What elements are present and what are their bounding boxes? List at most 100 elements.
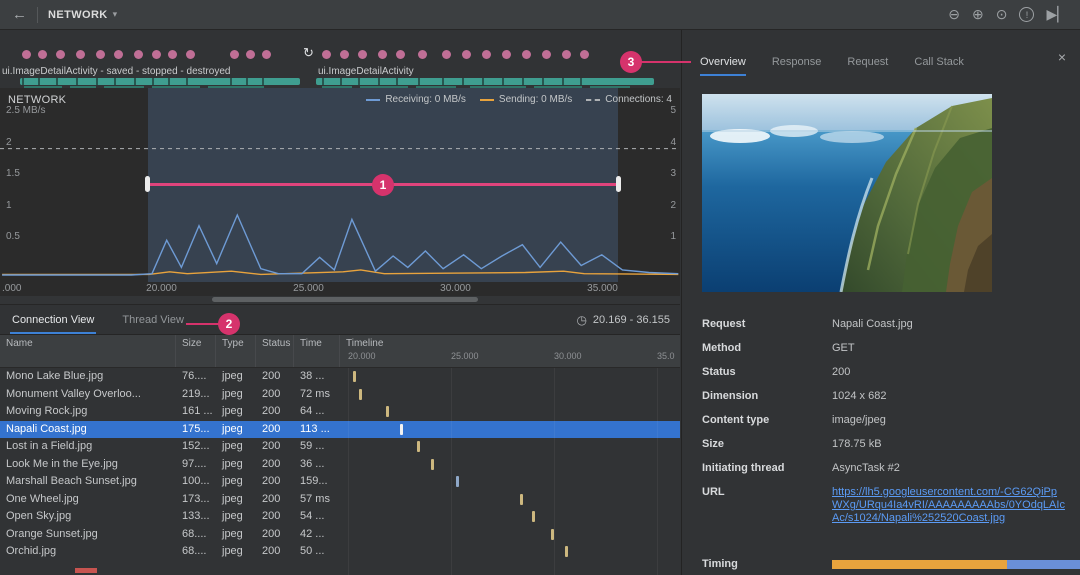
table-row[interactable]: One Wheel.jpg 173... jpeg 200 57 ms (0, 491, 680, 509)
cell-type: jpeg (222, 422, 243, 435)
cell-time: 38 ... (300, 370, 325, 382)
selection-handle-left[interactable] (145, 176, 151, 192)
field-label: Initiating thread (702, 462, 785, 474)
cell-status: 200 (262, 405, 281, 417)
y-axis-right-label: 4 (670, 136, 676, 148)
column-header-label: Name (6, 338, 33, 349)
android-studio-network-profiler-window: ← NETWORK ▾ ⊖ ⊕ ⊙! ▶▏ ↻ ui.ImageDetailActiv… (0, 0, 1080, 575)
column-header-name[interactable]: Name (0, 335, 176, 367)
tab-response[interactable]: Response (772, 56, 822, 76)
cell-status: 200 (262, 440, 281, 452)
cell-status: 200 (262, 510, 281, 522)
legend-swatch-icon (586, 98, 601, 101)
table-row[interactable]: Monument Valley Overloo... 219... jpeg 200 7… (0, 386, 680, 404)
table-row[interactable]: Look Me in the Eye.jpg 97.... jpeg 200 36 ..… (0, 456, 680, 474)
response-image-preview (702, 94, 992, 292)
selection-handle-right[interactable] (616, 176, 622, 192)
detail-tabs: Overview Response Request Call Stack (682, 44, 1080, 76)
cell-timeline (340, 543, 680, 561)
table-row[interactable]: Mono Lake Blue.jpg 76.... jpeg 200 38 ... (0, 368, 680, 386)
cell-time: 54 ... (300, 510, 325, 522)
cell-size: 68.... (182, 545, 207, 557)
cell-size: 68.... (182, 527, 207, 540)
request-timeline-tick (352, 371, 356, 382)
toolbar-icons: ⊖ ⊕ ⊙! ▶▏ (948, 6, 1068, 23)
tab-overview[interactable]: Overview (700, 56, 746, 76)
activity-lifecycle-tick (358, 78, 360, 85)
table-row[interactable]: Marshall Beach Sunset.jpg 100... jpeg 200 15… (0, 473, 680, 491)
network-chart[interactable]: NETWORK Receiving: 0 MB/s Sending: 0 MB/s… (0, 88, 680, 282)
timing-bar (832, 559, 1080, 569)
activity-lifecycle-tick (562, 78, 564, 85)
detail-field: Method GET (702, 342, 1070, 355)
zoom-out-icon[interactable]: ⊖ (948, 6, 960, 23)
cell-name: Look Me in the Eye.jpg (6, 457, 118, 470)
cell-status: 200 (262, 492, 281, 505)
horizontal-scrollbar[interactable] (0, 296, 680, 304)
cell-size: 97.... (182, 457, 207, 470)
column-header-status[interactable]: Status (256, 335, 294, 367)
close-icon[interactable]: × (1058, 50, 1066, 64)
tab-connection-view[interactable]: Connection View (10, 305, 96, 334)
scrollbar-thumb[interactable] (212, 297, 478, 302)
field-value: 1024 x 682 (832, 390, 887, 402)
column-header-time[interactable]: Time (294, 335, 340, 367)
cell-type: jpeg (222, 527, 243, 540)
cell-time: 72 ms (300, 387, 330, 400)
tab-thread-view[interactable]: Thread View (120, 305, 186, 334)
table-row[interactable]: Napali Coast.jpg 175... jpeg 200 113 ... (0, 420, 680, 438)
table-row[interactable]: Orange Sunset.jpg 68.... jpeg 200 42 ... (0, 526, 680, 544)
activity-lifecycle-tick (246, 78, 248, 85)
timing-section: Timing (702, 558, 1080, 570)
connection-details-panel: Overview Response Request Call Stack × R… (681, 30, 1080, 575)
column-header-type[interactable]: Type (216, 335, 256, 367)
field-value: image/jpeg (832, 414, 886, 426)
detail-field: URL https://lh5.googleusercontent.com/-CG… (702, 486, 1070, 525)
table-row[interactable]: Lost in a Field.jpg 152... jpeg 200 59 ... (0, 438, 680, 456)
cell-status: 200 (262, 475, 281, 487)
cell-time: 36 ... (300, 457, 325, 470)
reset-zoom-icon[interactable]: ⊙ (996, 6, 1008, 23)
activity-lifecycle-tick (442, 78, 444, 85)
timing-bar-segment (832, 559, 1007, 569)
field-label: Dimension (702, 390, 759, 402)
callout-badge-2: 2 (218, 313, 240, 335)
cell-size: 133... (182, 510, 210, 522)
detail-field: Dimension 1024 x 682 (702, 390, 1070, 403)
column-header-timeline[interactable]: Timeline 20.000 25.000 30.000 35.0 (340, 335, 680, 367)
zoom-in-icon[interactable]: ⊕ (972, 6, 984, 23)
tab-call-stack[interactable]: Call Stack (914, 56, 964, 76)
field-value-link[interactable]: https://lh5.googleusercontent.com/-CG62Q… (832, 486, 1067, 525)
tab-request[interactable]: Request (847, 56, 888, 76)
cell-type: jpeg (222, 405, 243, 417)
column-header-label: Time (300, 338, 322, 349)
event-track: ↻ ui.ImageDetailActivity - saved - stopp… (0, 30, 680, 88)
table-row[interactable]: Moving Rock.jpg 161 ... jpeg 200 64 ... (0, 403, 680, 421)
cell-time: 159... (300, 475, 328, 487)
y-axis-left-label: 1.5 (6, 168, 20, 180)
cell-type: jpeg (222, 370, 243, 382)
legend-swatch-icon (479, 98, 494, 101)
cell-time: 59 ... (300, 440, 325, 452)
chevron-down-icon[interactable]: ▾ (113, 9, 118, 20)
cell-size: 76.... (182, 370, 207, 382)
cell-status: 200 (262, 527, 281, 540)
column-header-label: Timeline (346, 338, 384, 349)
alert-icon[interactable]: ! (1019, 7, 1035, 22)
cell-timeline (340, 403, 680, 421)
activity-lifecycle-tick (482, 78, 484, 85)
profiler-stage-title[interactable]: NETWORK (48, 9, 108, 21)
field-label: Method (702, 342, 742, 354)
y-axis-left-label: 1 (6, 199, 12, 211)
callout-line (641, 61, 691, 63)
activity-lifecycle-tick (522, 78, 524, 85)
selection-time-range: 20.169 - 36.155 (592, 313, 670, 326)
table-row[interactable]: Open Sky.jpg 133... jpeg 200 54 ... (0, 508, 680, 526)
request-timeline-tick (416, 441, 420, 452)
back-button[interactable]: ← (12, 6, 27, 23)
clock-icon: ◷ (576, 312, 587, 327)
go-live-icon[interactable]: ▶▏ (1046, 6, 1068, 23)
field-value: Napali Coast.jpg (832, 318, 913, 330)
column-header-size[interactable]: Size (176, 335, 216, 367)
table-row[interactable]: Orchid.jpg 68.... jpeg 200 50 ... (0, 543, 680, 561)
